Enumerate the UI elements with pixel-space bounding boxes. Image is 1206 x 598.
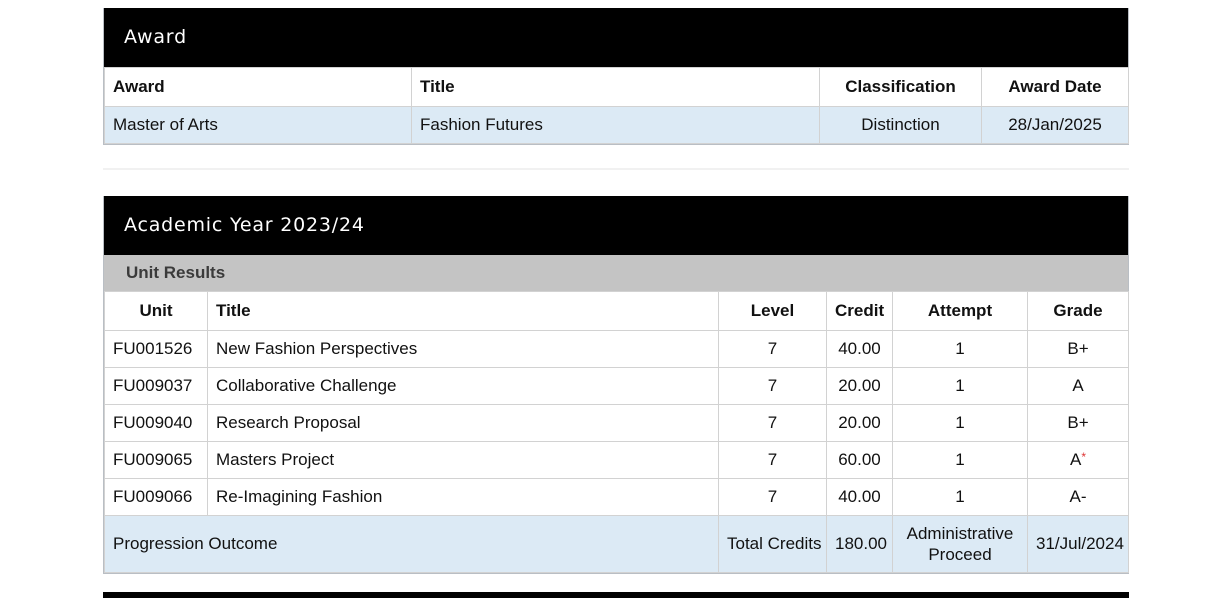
header-unit-title: Title bbox=[207, 291, 719, 331]
award-header-row: Award Title Classification Award Date bbox=[104, 67, 1129, 107]
unit-code: FU009066 bbox=[104, 478, 208, 516]
unit-title: New Fashion Perspectives bbox=[207, 330, 719, 368]
unit-attempt: 1 bbox=[892, 404, 1028, 442]
unit-title: Re-Imagining Fashion bbox=[207, 478, 719, 516]
header-credit: Credit bbox=[826, 291, 893, 331]
award-panel: Award Award Title Classification Award D… bbox=[103, 8, 1129, 145]
table-row: FU009037 Collaborative Challenge 7 20.00… bbox=[104, 367, 1129, 405]
award-table: Award Title Classification Award Date Ma… bbox=[104, 67, 1129, 144]
award-panel-title: Award bbox=[104, 8, 1128, 67]
academic-year-panel: Academic Year 2023/24 Unit Results Unit … bbox=[103, 196, 1129, 574]
unit-code: FU001526 bbox=[104, 330, 208, 368]
unit-attempt: 1 bbox=[892, 478, 1028, 516]
academic-year-title: Academic Year 2023/24 bbox=[104, 196, 1128, 255]
header-classification: Classification bbox=[819, 67, 982, 107]
unit-attempt: 1 bbox=[892, 441, 1028, 479]
unit-level: 7 bbox=[718, 478, 827, 516]
unit-credit: 20.00 bbox=[826, 404, 893, 442]
unit-grade: A bbox=[1027, 367, 1129, 405]
unit-credit: 60.00 bbox=[826, 441, 893, 479]
progression-date: 31/Jul/2024 bbox=[1027, 515, 1129, 573]
progression-outcome-row: Progression Outcome Total Credits 180.00… bbox=[104, 515, 1129, 573]
award-date: 28/Jan/2025 bbox=[981, 106, 1129, 144]
unit-level: 7 bbox=[718, 367, 827, 405]
table-row: FU009065 Masters Project 7 60.00 1 A* bbox=[104, 441, 1129, 479]
header-grade: Grade bbox=[1027, 291, 1129, 331]
unit-title: Masters Project bbox=[207, 441, 719, 479]
next-panel-header bbox=[103, 592, 1129, 598]
unit-title: Research Proposal bbox=[207, 404, 719, 442]
unit-level: 7 bbox=[718, 330, 827, 368]
unit-code: FU009037 bbox=[104, 367, 208, 405]
award-row: Master of Arts Fashion Futures Distincti… bbox=[104, 106, 1129, 144]
header-attempt: Attempt bbox=[892, 291, 1028, 331]
progression-outcome-label: Progression Outcome bbox=[104, 515, 719, 573]
unit-credit: 40.00 bbox=[826, 478, 893, 516]
table-row: FU009040 Research Proposal 7 20.00 1 B+ bbox=[104, 404, 1129, 442]
unit-results-table: Unit Title Level Credit Attempt Grade FU… bbox=[104, 291, 1129, 573]
unit-grade: A- bbox=[1027, 478, 1129, 516]
unit-title: Collaborative Challenge bbox=[207, 367, 719, 405]
unit-code: FU009040 bbox=[104, 404, 208, 442]
award-classification: Distinction bbox=[819, 106, 982, 144]
unit-level: 7 bbox=[718, 404, 827, 442]
unit-level: 7 bbox=[718, 441, 827, 479]
unit-grade-value: A bbox=[1069, 450, 1082, 469]
total-credits-label: Total Credits bbox=[718, 515, 827, 573]
unit-credit: 40.00 bbox=[826, 330, 893, 368]
grade-star-mark: * bbox=[1081, 450, 1086, 464]
unit-attempt: 1 bbox=[892, 330, 1028, 368]
header-unit: Unit bbox=[104, 291, 208, 331]
section-divider bbox=[103, 168, 1129, 170]
header-title: Title bbox=[411, 67, 820, 107]
header-award-date: Award Date bbox=[981, 67, 1129, 107]
award-title: Fashion Futures bbox=[411, 106, 820, 144]
header-level: Level bbox=[718, 291, 827, 331]
progression-decision: Administrative Proceed bbox=[892, 515, 1028, 573]
unit-code: FU009065 bbox=[104, 441, 208, 479]
unit-attempt: 1 bbox=[892, 367, 1028, 405]
table-row: FU001526 New Fashion Perspectives 7 40.0… bbox=[104, 330, 1129, 368]
award-name: Master of Arts bbox=[104, 106, 412, 144]
header-award: Award bbox=[104, 67, 412, 107]
table-row: FU009066 Re-Imagining Fashion 7 40.00 1 … bbox=[104, 478, 1129, 516]
unit-grade: B+ bbox=[1027, 404, 1129, 442]
unit-credit: 20.00 bbox=[826, 367, 893, 405]
unit-results-heading: Unit Results bbox=[104, 255, 1128, 291]
unit-grade: A* bbox=[1027, 441, 1129, 479]
unit-grade: B+ bbox=[1027, 330, 1129, 368]
total-credits-value: 180.00 bbox=[826, 515, 893, 573]
unit-header-row: Unit Title Level Credit Attempt Grade bbox=[104, 291, 1129, 331]
